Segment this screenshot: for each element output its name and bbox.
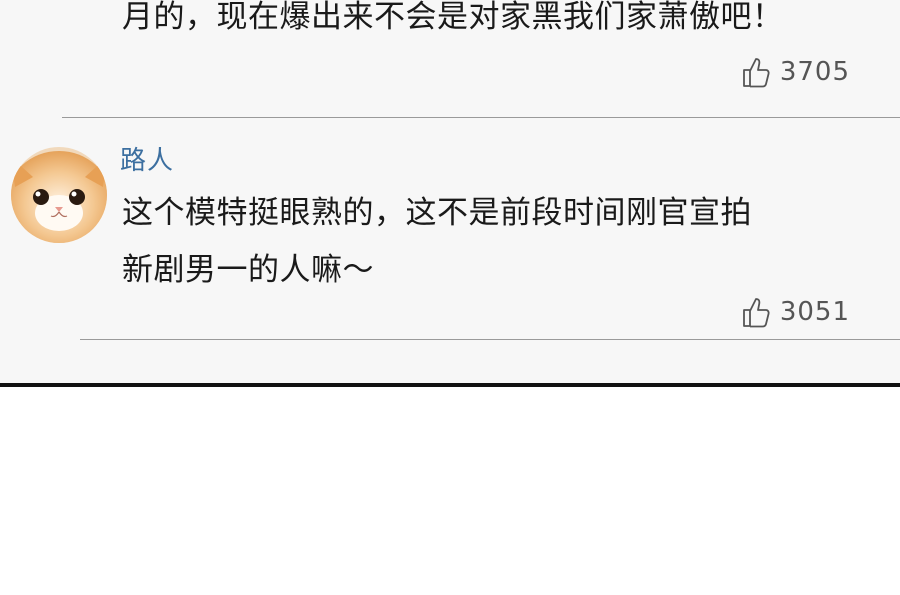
comment-1-like-count: 3705 bbox=[779, 57, 850, 87]
comment-divider bbox=[62, 117, 900, 118]
comment-2-like-count: 3051 bbox=[779, 297, 850, 327]
comment-2-text-line-1: 这个模特挺眼熟的，这不是前段时间刚官宣拍 bbox=[122, 195, 752, 231]
comment-divider bbox=[80, 339, 900, 340]
comment-2-username[interactable]: 路人 bbox=[120, 140, 174, 177]
thumbs-up-icon bbox=[742, 58, 770, 88]
avatar[interactable] bbox=[11, 147, 107, 243]
comment-2-text-line-2: 新剧男一的人嘛～ bbox=[122, 252, 374, 288]
comment-1-like-button[interactable]: 3705 bbox=[742, 56, 850, 88]
thumbs-up-icon bbox=[742, 298, 770, 328]
comment-panel: 月的，现在爆出来不会是对家黑我们家萧傲吧！ 3705 路人 这个模特挺眼熟的，这… bbox=[0, 0, 900, 387]
cat-avatar-icon bbox=[11, 147, 107, 243]
comment-2-like-button[interactable]: 3051 bbox=[742, 296, 850, 328]
comment-1-text-line-1: 月的，现在爆出来不会是对家黑我们家萧傲吧！ bbox=[122, 0, 784, 35]
